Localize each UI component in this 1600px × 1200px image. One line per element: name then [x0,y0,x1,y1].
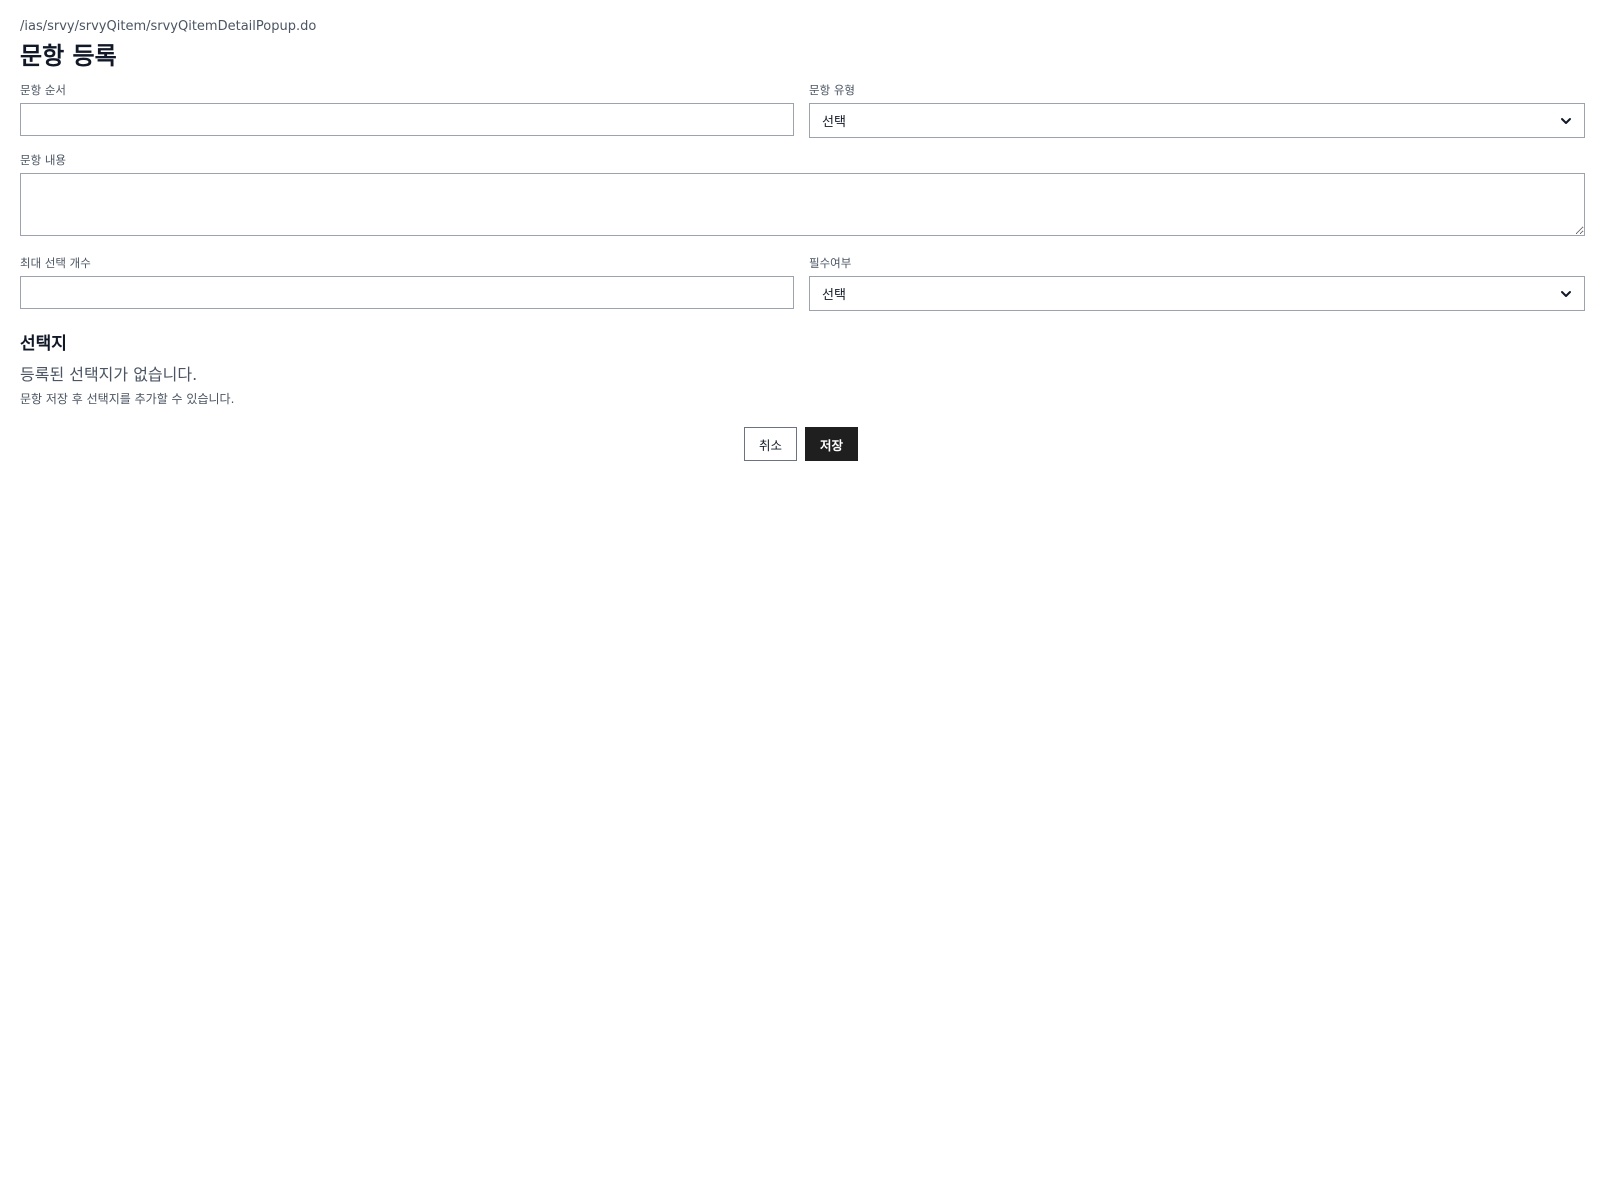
save-button[interactable]: 저장 [805,427,858,461]
cancel-button[interactable]: 취소 [744,427,797,461]
chevron-down-icon [1560,115,1572,127]
type-label: 문항 유형 [809,83,855,97]
options-section-title: 선택지 [20,334,67,354]
order-label: 문항 순서 [20,83,66,97]
type-select-value: 선택 [822,115,846,130]
required-select[interactable]: 선택 [809,276,1585,311]
url-path: /ias/srvy/srvyQitem/srvyQitemDetailPopup… [20,19,317,34]
content-textarea[interactable] [20,173,1585,236]
page-title: 문항 등록 [20,42,117,70]
max-select-label: 최대 선택 개수 [20,256,91,270]
options-empty-message: 등록된 선택지가 없습니다. [20,365,198,384]
chevron-down-icon [1560,288,1572,300]
content-label: 문항 내용 [20,153,66,167]
max-select-input[interactable] [20,276,794,309]
order-input[interactable] [20,103,794,136]
options-help-text: 문항 저장 후 선택지를 추가할 수 있습니다. [20,392,235,406]
required-select-value: 선택 [822,288,846,303]
required-label: 필수여부 [809,256,852,270]
type-select[interactable]: 선택 [809,103,1585,138]
